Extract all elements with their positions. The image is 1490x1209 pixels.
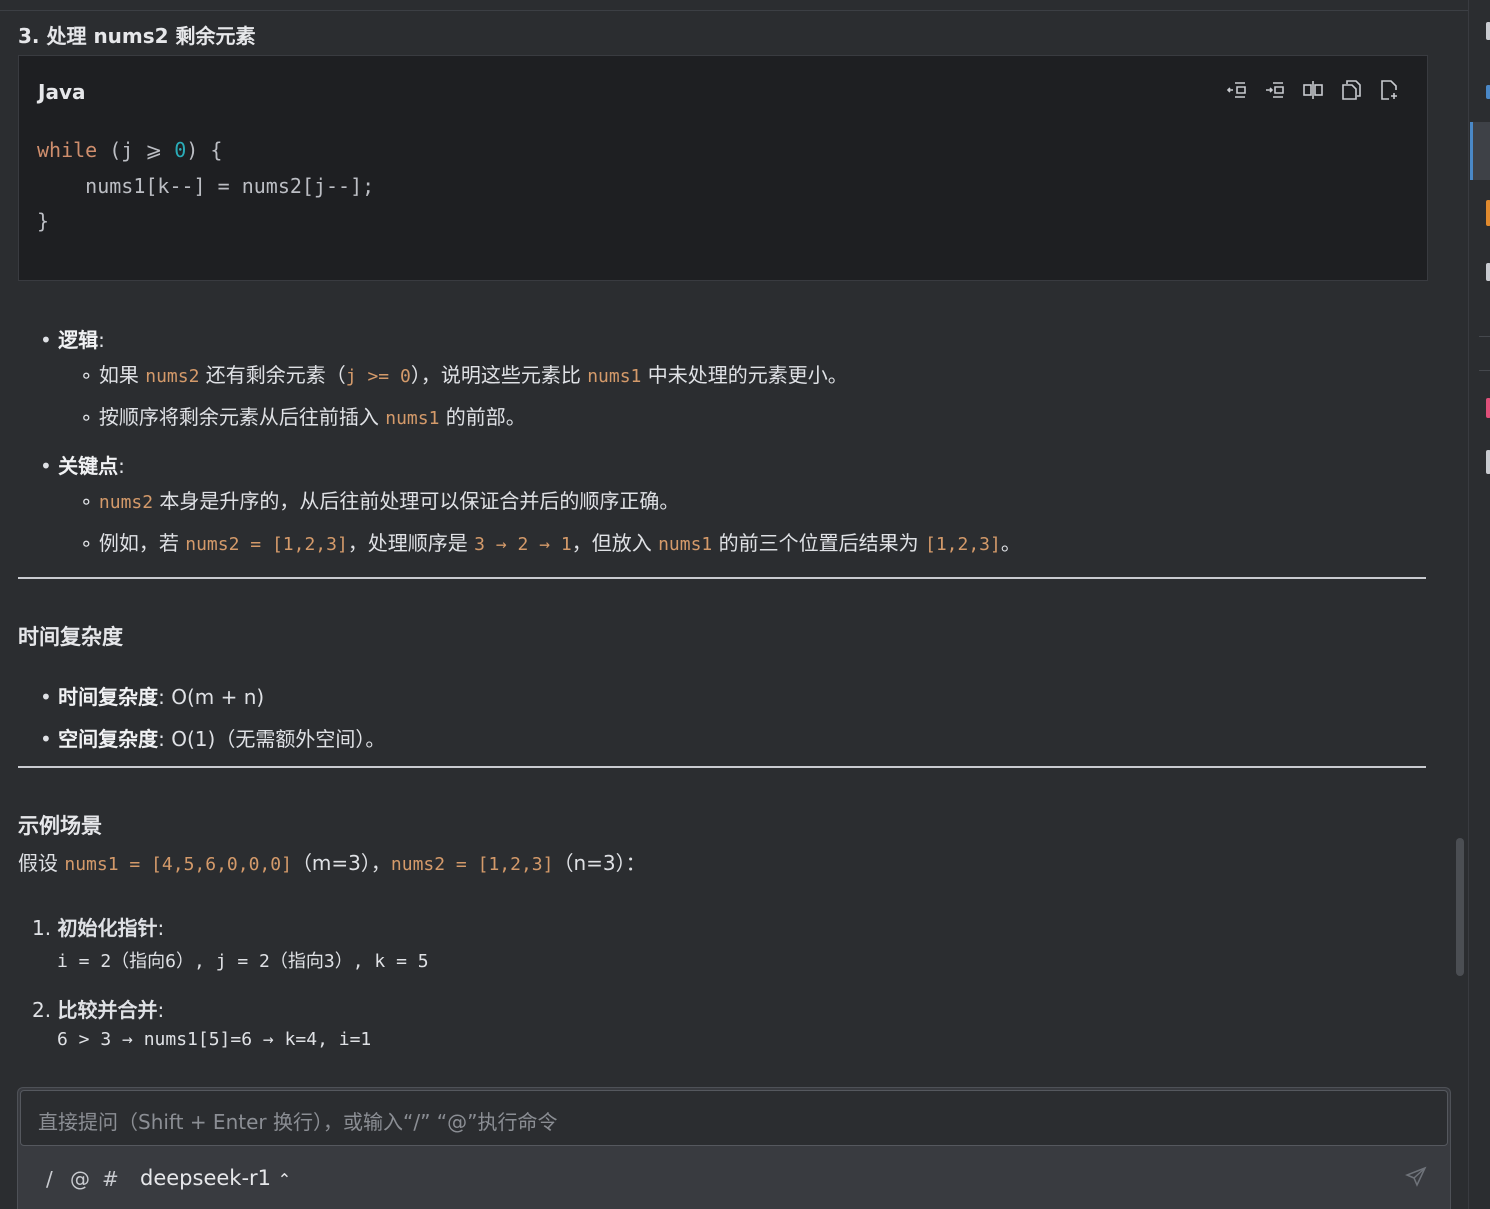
tool-icon-top[interactable]: [1486, 22, 1490, 40]
divider: [18, 766, 1426, 768]
chat-input[interactable]: 直接提问（Shift + Enter 换行），或输入“/” “@”执行命令: [20, 1090, 1448, 1146]
example-step-2: 2. 比较并合并:: [32, 998, 165, 1022]
chat-input-placeholder: 直接提问（Shift + Enter 换行），或输入“/” “@”执行命令: [38, 1110, 558, 1134]
chevron-up-icon: ⌃: [277, 1170, 292, 1189]
vertical-scrollbar[interactable]: [1456, 838, 1464, 976]
chat-composer: 直接提问（Shift + Enter 换行），或输入“/” “@”执行命令 / …: [17, 1087, 1451, 1209]
mention-button[interactable]: @: [70, 1167, 90, 1191]
code-language-label: Java: [38, 80, 86, 104]
example-step-1-code: i = 2（指向6）, j = 2（指向3）, k = 5: [57, 951, 429, 972]
tool-icon-active[interactable]: [1470, 122, 1490, 180]
tool-icon-blue[interactable]: [1486, 85, 1490, 99]
keypoints-item-2: ∘ 例如，若 nums2 = [1,2,3]，处理顺序是 3 → 2 → 1，但…: [80, 531, 1021, 555]
insert-right-icon[interactable]: [1263, 78, 1287, 102]
code-block: Java while (j ⩾ 0) { nums1[k--] = nums2[…: [18, 55, 1428, 281]
tool-strip-separator: [1479, 370, 1490, 371]
model-selector[interactable]: deepseek-r1 ⌃: [140, 1166, 291, 1190]
top-divider: [0, 10, 1468, 11]
complexity-heading: 时间复杂度: [18, 625, 123, 649]
send-icon[interactable]: [1405, 1166, 1429, 1190]
logic-item-2: ∘ 按顺序将剩余元素从后往前插入 nums1 的前部。: [80, 405, 526, 429]
right-tool-strip: [1468, 0, 1490, 1209]
keypoints-bullet: • 关键点:: [40, 454, 125, 478]
tool-icon-pink[interactable]: [1486, 398, 1490, 418]
time-complexity-item: • 时间复杂度: O(m + n): [40, 685, 265, 709]
code-line-1: while (j ⩾ 0) {: [37, 138, 223, 162]
slash-command-button[interactable]: /: [46, 1167, 53, 1191]
tool-icon-doc[interactable]: [1486, 450, 1490, 474]
code-line-2: nums1[k--] = nums2[j--];: [37, 174, 375, 198]
divider: [18, 577, 1426, 579]
insert-left-icon[interactable]: [1225, 78, 1249, 102]
copy-icon[interactable]: [1339, 78, 1363, 102]
code-toolbar: [1225, 78, 1401, 102]
keypoints-item-1: ∘ nums2 本身是升序的，从后往前处理可以保证合并后的顺序正确。: [80, 489, 680, 513]
code-line-3: }: [37, 209, 50, 233]
diff-icon[interactable]: [1301, 78, 1325, 102]
logic-item-1: ∘ 如果 nums2 还有剩余元素（j >= 0），说明这些元素比 nums1 …: [80, 363, 848, 387]
tool-icon-orange[interactable]: [1486, 200, 1490, 226]
tool-icon-edit[interactable]: [1486, 263, 1490, 281]
example-step-1: 1. 初始化指针:: [32, 916, 165, 940]
tool-strip-separator: [1479, 336, 1490, 337]
example-step-2-code: 6 > 3 → nums1[5]=6 → k=4, i=1: [57, 1029, 372, 1050]
new-file-icon[interactable]: [1377, 78, 1401, 102]
example-heading: 示例场景: [18, 814, 102, 838]
section-heading: 3. 处理 nums2 剩余元素: [18, 24, 256, 48]
logic-bullet: • 逻辑:: [40, 328, 105, 352]
hash-button[interactable]: #: [102, 1167, 119, 1191]
space-complexity-item: • 空间复杂度: O(1)（无需额外空间）。: [40, 727, 386, 751]
example-intro: 假设 nums1 = [4,5,6,0,0,0]（m=3），nums2 = [1…: [18, 851, 646, 875]
